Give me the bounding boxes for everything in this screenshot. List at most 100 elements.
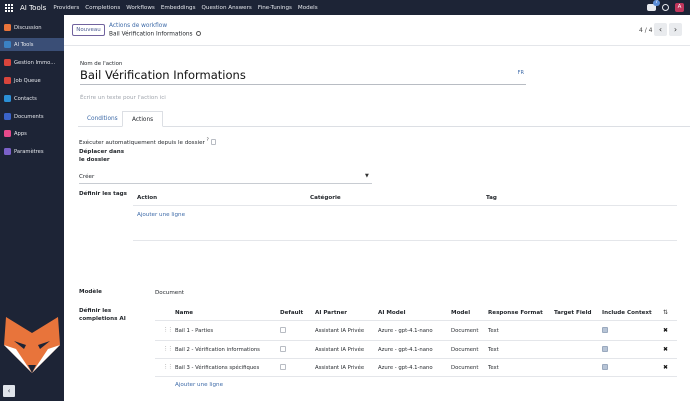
sidebar-item-job-queue[interactable]: Job Queue: [0, 74, 64, 87]
delete-row-icon[interactable]: ✖: [663, 364, 668, 371]
delete-row-icon[interactable]: ✖: [663, 346, 668, 353]
app-brand[interactable]: AI Tools: [20, 4, 46, 12]
notebook-tabs: Conditions Actions: [78, 111, 690, 127]
sidebar-item-ai-tools[interactable]: AI Tools: [0, 38, 64, 51]
sidebar-item-discussion[interactable]: Discussion: [0, 21, 64, 34]
documents-icon: [4, 113, 11, 120]
row-name[interactable]: Bail 1 - Parties: [175, 328, 213, 334]
col-ai-model[interactable]: AI Model: [378, 310, 405, 316]
row-ai-partner[interactable]: Assistant IA Privée: [315, 328, 364, 334]
optional-columns-icon[interactable]: ⇅: [663, 309, 668, 316]
drag-handle-icon[interactable]: ⋮⋮: [163, 327, 173, 333]
row-ai-partner[interactable]: Assistant IA Privée: [315, 365, 364, 371]
sidebar-item-parametres[interactable]: Paramètres: [0, 145, 64, 158]
action-name-input[interactable]: Bail Vérification Informations FR: [80, 68, 526, 85]
default-checkbox[interactable]: [280, 346, 286, 353]
pager-value[interactable]: 4 / 4: [639, 27, 652, 34]
contacts-icon: [4, 95, 11, 102]
menu-completions[interactable]: Completions: [85, 5, 120, 11]
user-avatar[interactable]: A: [675, 3, 684, 12]
sidebar-item-label: Documents: [14, 113, 44, 120]
sidebar-item-contacts[interactable]: Contacts: [0, 92, 64, 105]
tags-header-divider: [133, 205, 677, 206]
row-model[interactable]: Document: [451, 328, 478, 334]
move-folder-label: Déplacer dans le dossier: [79, 149, 125, 163]
row-ai-partner[interactable]: Assistant IA Privée: [315, 347, 364, 353]
move-folder-select[interactable]: Créer: [79, 174, 94, 180]
queue-icon: [4, 77, 11, 84]
row-ai-model[interactable]: Azure - gpt-4.1-nano: [378, 347, 433, 353]
building-icon: [4, 59, 11, 66]
sidebar-item-label: Paramètres: [14, 148, 44, 155]
row-response-format[interactable]: Text: [488, 365, 499, 371]
tags-footer-divider: [133, 240, 677, 241]
auto-exec-checkbox[interactable]: [210, 139, 216, 145]
next-record-button[interactable]: ›: [669, 23, 682, 36]
tags-col-tag[interactable]: Tag: [486, 195, 497, 201]
tags-col-action[interactable]: Action: [137, 195, 157, 201]
previous-record-button[interactable]: ‹: [654, 23, 667, 36]
delete-row-icon[interactable]: ✖: [663, 327, 668, 334]
default-checkbox[interactable]: [280, 364, 286, 371]
row-model[interactable]: Document: [451, 365, 478, 371]
menu-embeddings[interactable]: Embeddings: [161, 5, 196, 11]
sidebar: Discussion AI Tools Gestion Immo... Job …: [0, 15, 64, 401]
menu-fine-tunings[interactable]: Fine-Tunings: [258, 5, 292, 11]
row-ai-model[interactable]: Azure - gpt-4.1-nano: [378, 365, 433, 371]
col-ai-partner[interactable]: AI Partner: [315, 310, 347, 316]
gear-icon[interactable]: [195, 30, 201, 36]
include-context-checkbox[interactable]: [602, 364, 608, 371]
row-ai-model[interactable]: Azure - gpt-4.1-nano: [378, 328, 433, 334]
menu-models[interactable]: Models: [298, 5, 318, 11]
tags-add-line-link[interactable]: Ajouter une ligne: [137, 212, 185, 218]
breadcrumb-current-label: Bail Vérification Informations: [109, 31, 193, 37]
sidebar-item-gestion-immo[interactable]: Gestion Immo...: [0, 56, 64, 69]
col-response-format[interactable]: Response Format: [488, 310, 543, 316]
row-response-format[interactable]: Text: [488, 328, 499, 334]
tooltip-input[interactable]: Écrire un texte pour l'action ici: [80, 95, 166, 101]
col-include-context[interactable]: Include Context: [602, 310, 652, 316]
chat-icon[interactable]: 7: [647, 0, 660, 11]
tab-conditions[interactable]: Conditions: [78, 111, 127, 127]
include-context-checkbox[interactable]: [602, 346, 608, 353]
fox-logo-icon: [4, 317, 60, 373]
col-model[interactable]: Model: [451, 310, 470, 316]
breadcrumb-parent-link[interactable]: Actions de workflow: [109, 23, 167, 29]
row-name[interactable]: Bail 3 - Vérifications spécifiques: [175, 365, 259, 371]
sidebar-item-apps[interactable]: Apps: [0, 127, 64, 140]
control-panel: Nouveau Actions de workflow Bail Vérific…: [64, 15, 690, 46]
activity-clock-icon[interactable]: [662, 4, 669, 11]
app-menu-icon[interactable]: [5, 3, 13, 12]
completions-add-line-link[interactable]: Ajouter une ligne: [175, 382, 223, 388]
row-model[interactable]: Document: [451, 347, 478, 353]
sidebar-item-documents[interactable]: Documents: [0, 110, 64, 123]
include-context-checkbox[interactable]: [602, 327, 608, 334]
completions-label: Définir les completions AI: [79, 308, 126, 322]
menu-providers[interactable]: Providers: [53, 5, 79, 11]
row-response-format[interactable]: Text: [488, 347, 499, 353]
tab-actions[interactable]: Actions: [122, 111, 164, 127]
tags-col-category[interactable]: Catégorie: [310, 195, 341, 201]
model-value[interactable]: Document: [155, 290, 184, 296]
sidebar-item-label: Discussion: [14, 24, 42, 31]
col-default[interactable]: Default: [280, 310, 303, 316]
menu-workflows[interactable]: Workflows: [126, 5, 155, 11]
new-button[interactable]: Nouveau: [72, 24, 105, 36]
tags-label: Définir les tags: [79, 191, 127, 197]
chat-badge: 7: [653, 0, 660, 6]
default-checkbox[interactable]: [280, 327, 286, 334]
header-divider: [155, 320, 677, 321]
chevron-down-icon[interactable]: ▼: [365, 173, 369, 179]
top-navbar: AI Tools Providers Completions Workflows…: [0, 0, 690, 15]
col-name[interactable]: Name: [175, 310, 193, 316]
breadcrumb-current: Bail Vérification Informations: [109, 30, 201, 37]
apps-icon: [4, 130, 11, 137]
collapse-sidebar-button[interactable]: ‹: [3, 385, 15, 397]
col-target-field[interactable]: Target Field: [554, 310, 592, 316]
row-name[interactable]: Bail 2 - Vérification informations: [175, 347, 260, 353]
menu-question-answers[interactable]: Question Answers: [202, 5, 252, 11]
help-mark[interactable]: ?: [207, 137, 209, 142]
language-button[interactable]: FR: [518, 70, 524, 76]
drag-handle-icon[interactable]: ⋮⋮: [163, 346, 173, 352]
drag-handle-icon[interactable]: ⋮⋮: [163, 364, 173, 370]
